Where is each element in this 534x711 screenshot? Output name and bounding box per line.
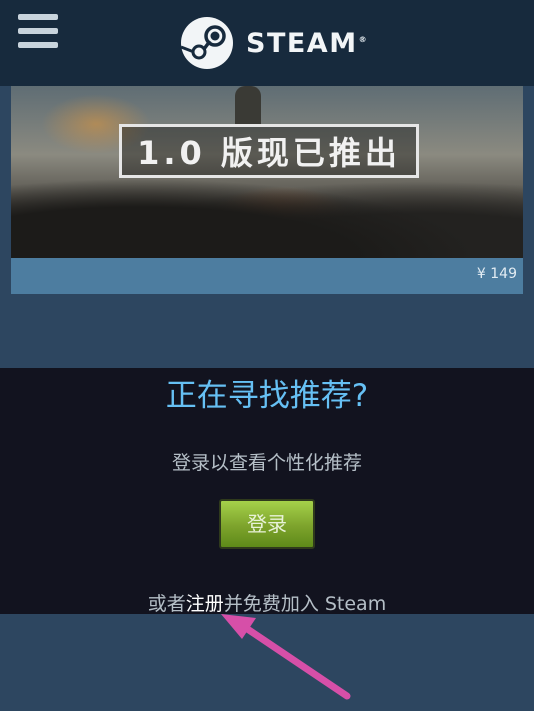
annotation-arrow-icon <box>221 614 351 700</box>
